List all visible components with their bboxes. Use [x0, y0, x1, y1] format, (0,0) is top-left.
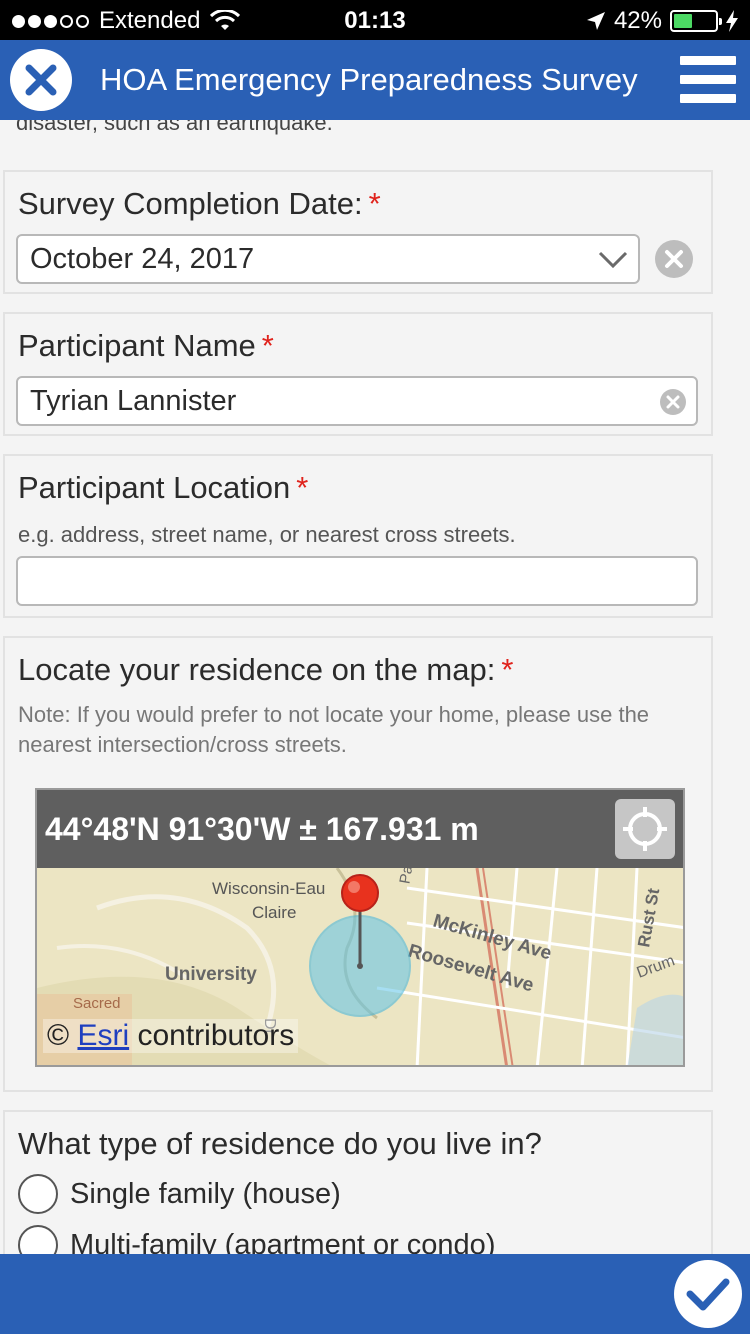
survey-date-value: October 24, 2017: [30, 242, 255, 275]
map-question-note: Note: If you would prefer to not locate …: [18, 702, 650, 757]
coordinates-readout: 44°48'N 91°30'W ± 167.931 m: [45, 810, 479, 847]
intro-text: disaster, such as an earthquake.: [16, 120, 333, 135]
survey-form[interactable]: disaster, such as an earthquake. Survey …: [0, 120, 750, 1254]
submit-button[interactable]: [674, 1260, 742, 1328]
map-question-label: Locate your residence on the map:: [18, 652, 496, 687]
residence-question-card: What type of residence do you live in? S…: [3, 1110, 713, 1254]
required-marker: *: [368, 186, 381, 221]
participant-name-value: Tyrian Lannister: [30, 384, 237, 417]
chevron-down-icon: [598, 251, 628, 269]
status-right: 42%: [586, 7, 738, 35]
participant-name-label: Participant Name: [18, 328, 256, 363]
menu-button[interactable]: [680, 56, 736, 104]
location-arrow-icon: [586, 12, 605, 30]
survey-date-card: Survey Completion Date: * October 24, 201…: [3, 170, 713, 294]
required-marker: *: [501, 652, 514, 687]
copyright-symbol: ©: [47, 1019, 70, 1052]
participant-location-hint: e.g. address, street name, or nearest cr…: [18, 522, 516, 547]
radio-button[interactable]: [18, 1174, 58, 1214]
close-button[interactable]: [10, 49, 72, 111]
participant-location-label: Participant Location: [18, 470, 291, 505]
survey-date-label: Survey Completion Date:: [18, 186, 363, 221]
checkmark-icon: [686, 1278, 730, 1311]
required-marker: *: [296, 470, 309, 505]
close-icon: [25, 64, 57, 96]
participant-name-card: Participant Name * Tyrian Lannister: [3, 312, 713, 436]
location-pin-icon: [341, 874, 379, 912]
coordinates-bar: 44°48'N 91°30'W ± 167.931 m: [37, 790, 683, 868]
radio-label: Single family (house): [70, 1177, 341, 1210]
status-bar: Extended 01:13 42%: [0, 0, 750, 40]
page-title: HOA Emergency Preparedness Survey: [100, 62, 638, 97]
survey-date-select[interactable]: October 24, 2017: [16, 234, 640, 284]
crosshair-icon: [623, 807, 667, 851]
radio-option-single-family[interactable]: Single family (house): [18, 1174, 341, 1214]
map-question-card: Locate your residence on the map: * Note:…: [3, 636, 713, 1092]
locate-me-button[interactable]: [615, 799, 675, 859]
radio-label: Multi-family (apartment or condo): [70, 1228, 496, 1255]
required-marker: *: [261, 328, 274, 363]
map-attribution: © Esri contributors: [43, 1019, 299, 1053]
clear-icon: [666, 395, 680, 409]
residence-question-label: What type of residence do you live in?: [18, 1126, 542, 1161]
esri-link[interactable]: Esri: [77, 1019, 129, 1052]
map-label-campus-2: Claire: [252, 903, 296, 922]
clear-icon: [665, 250, 683, 268]
clear-date-button[interactable]: [655, 240, 693, 278]
participant-name-input[interactable]: Tyrian Lannister: [16, 376, 698, 426]
map-label-campus: Wisconsin-Eau: [212, 879, 325, 898]
battery-icon: [670, 10, 722, 32]
app-header: HOA Emergency Preparedness Survey: [0, 40, 750, 120]
map-label-university: University: [165, 964, 257, 985]
attribution-text: contributors: [137, 1019, 295, 1052]
participant-location-card: Participant Location * e.g. address, stre…: [3, 454, 713, 618]
radio-option-multi-family[interactable]: Multi-family (apartment or condo): [18, 1225, 495, 1254]
battery-percent: 42%: [613, 7, 662, 34]
footer-bar: [0, 1254, 750, 1334]
clear-name-button[interactable]: [660, 389, 686, 415]
participant-location-input[interactable]: [16, 556, 698, 606]
hamburger-menu-icon: [680, 56, 736, 65]
location-map[interactable]: 44°48'N 91°30'W ± 167.931 m Wisconsin-Ea…: [35, 788, 685, 1067]
charging-bolt-icon: [726, 10, 738, 32]
radio-button[interactable]: [18, 1225, 58, 1254]
map-label-sacred: Sacred: [73, 995, 121, 1012]
